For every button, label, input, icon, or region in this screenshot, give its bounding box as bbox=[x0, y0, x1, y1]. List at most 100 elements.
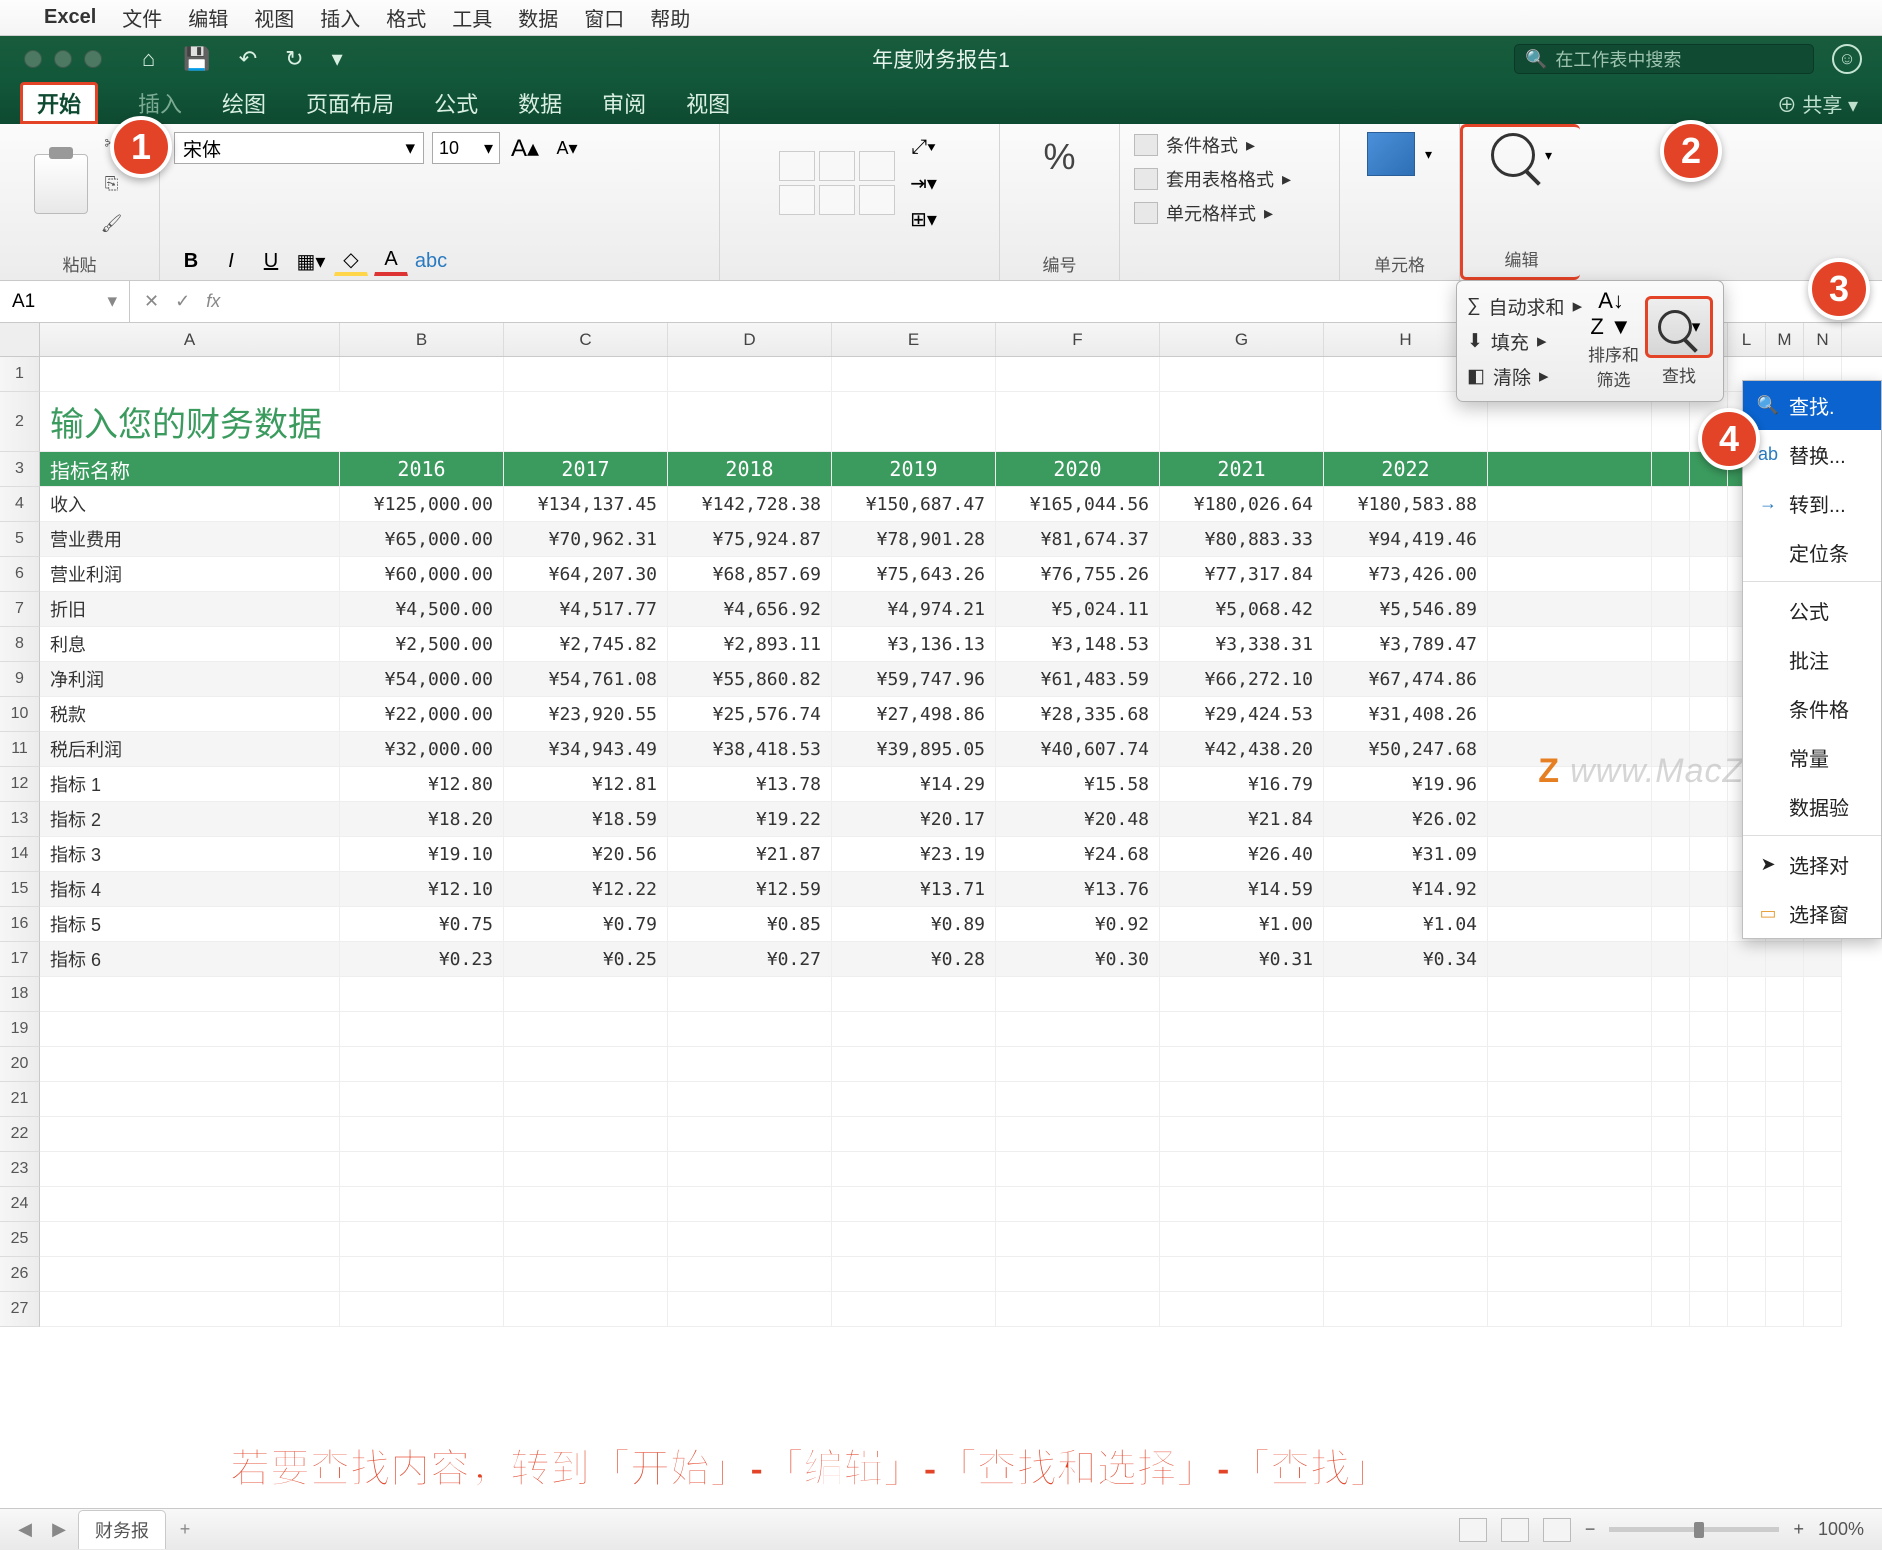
cell[interactable] bbox=[1652, 557, 1690, 592]
cell[interactable] bbox=[1652, 1117, 1690, 1152]
tab-draw[interactable]: 绘图 bbox=[222, 87, 266, 119]
cancel-formula-icon[interactable]: ✕ bbox=[144, 291, 159, 312]
cell[interactable] bbox=[996, 977, 1160, 1012]
row-header[interactable]: 11 bbox=[0, 732, 40, 767]
cell[interactable]: ¥12.59 bbox=[668, 872, 832, 907]
cell[interactable] bbox=[1690, 907, 1728, 942]
cell[interactable]: 2018 bbox=[668, 452, 832, 487]
cell[interactable]: ¥18.20 bbox=[340, 802, 504, 837]
row-header[interactable]: 8 bbox=[0, 627, 40, 662]
cell[interactable]: 净利润 bbox=[40, 662, 340, 697]
cell[interactable] bbox=[1804, 1292, 1842, 1327]
cell[interactable] bbox=[1728, 1292, 1766, 1327]
menu-file[interactable]: 文件 bbox=[122, 3, 162, 32]
cell[interactable]: ¥125,000.00 bbox=[340, 487, 504, 522]
cell[interactable]: ¥4,656.92 bbox=[668, 592, 832, 627]
sheet-search-input[interactable]: 🔍 在工作表中搜索 bbox=[1514, 44, 1814, 74]
cell[interactable]: 指标 6 bbox=[40, 942, 340, 977]
menu-item-comments[interactable]: 批注 bbox=[1743, 635, 1881, 684]
cell[interactable] bbox=[996, 1082, 1160, 1117]
cell[interactable] bbox=[1728, 1152, 1766, 1187]
cell[interactable] bbox=[668, 1257, 832, 1292]
cell[interactable] bbox=[1160, 1012, 1324, 1047]
cell[interactable]: ¥3,789.47 bbox=[1324, 627, 1488, 662]
cell[interactable] bbox=[1488, 592, 1652, 627]
zoom-in-button[interactable]: + bbox=[1793, 1519, 1804, 1540]
cell[interactable]: ¥20.48 bbox=[996, 802, 1160, 837]
cell[interactable] bbox=[668, 1292, 832, 1327]
cell[interactable] bbox=[1728, 977, 1766, 1012]
italic-button[interactable]: I bbox=[214, 246, 248, 276]
increase-font-icon[interactable]: A▴ bbox=[508, 133, 542, 163]
cell[interactable] bbox=[1488, 977, 1652, 1012]
cell[interactable]: ¥14.92 bbox=[1324, 872, 1488, 907]
cell[interactable]: ¥23,920.55 bbox=[504, 697, 668, 732]
col-header-G[interactable]: G bbox=[1160, 323, 1324, 356]
cell[interactable] bbox=[668, 1082, 832, 1117]
page-break-view-icon[interactable] bbox=[1543, 1518, 1571, 1542]
cell[interactable] bbox=[1488, 697, 1652, 732]
cell[interactable] bbox=[1766, 977, 1804, 1012]
accept-formula-icon[interactable]: ✓ bbox=[175, 291, 190, 312]
cell[interactable] bbox=[1160, 1222, 1324, 1257]
row-header[interactable]: 21 bbox=[0, 1082, 40, 1117]
menu-item-cond-fmt[interactable]: 条件格 bbox=[1743, 684, 1881, 733]
cell[interactable] bbox=[996, 1152, 1160, 1187]
cell[interactable] bbox=[1690, 592, 1728, 627]
cell[interactable]: ¥13.71 bbox=[832, 872, 996, 907]
cell[interactable]: ¥1.04 bbox=[1324, 907, 1488, 942]
col-header-D[interactable]: D bbox=[668, 323, 832, 356]
cell[interactable]: ¥0.75 bbox=[340, 907, 504, 942]
cell[interactable] bbox=[1804, 1117, 1842, 1152]
cell[interactable] bbox=[1324, 1047, 1488, 1082]
cell[interactable] bbox=[668, 1187, 832, 1222]
cell[interactable]: ¥20.17 bbox=[832, 802, 996, 837]
cell[interactable]: ¥180,026.64 bbox=[1160, 487, 1324, 522]
col-header-E[interactable]: E bbox=[832, 323, 996, 356]
cell[interactable]: ¥2,500.00 bbox=[340, 627, 504, 662]
cell[interactable]: ¥13.78 bbox=[668, 767, 832, 802]
cell[interactable]: ¥23.19 bbox=[832, 837, 996, 872]
cell[interactable] bbox=[996, 1222, 1160, 1257]
cell[interactable]: ¥70,962.31 bbox=[504, 522, 668, 557]
cell[interactable] bbox=[340, 1012, 504, 1047]
cell[interactable] bbox=[40, 1047, 340, 1082]
menu-item-constants[interactable]: 常量 bbox=[1743, 733, 1881, 782]
cell[interactable] bbox=[1488, 837, 1652, 872]
normal-view-icon[interactable] bbox=[1459, 1518, 1487, 1542]
cell[interactable] bbox=[1766, 1047, 1804, 1082]
alignment-buttons[interactable] bbox=[779, 151, 895, 215]
cell[interactable] bbox=[340, 1047, 504, 1082]
format-painter-icon[interactable]: 🖌 bbox=[98, 212, 126, 236]
menu-item-selection-pane[interactable]: ▭选择窗 bbox=[1743, 889, 1881, 938]
cell[interactable] bbox=[668, 392, 832, 452]
cell[interactable] bbox=[1690, 522, 1728, 557]
cell[interactable]: ¥25,576.74 bbox=[668, 697, 832, 732]
cell[interactable]: ¥22,000.00 bbox=[340, 697, 504, 732]
cell[interactable]: ¥19.96 bbox=[1324, 767, 1488, 802]
cell[interactable]: ¥18.59 bbox=[504, 802, 668, 837]
row-header[interactable]: 9 bbox=[0, 662, 40, 697]
cell[interactable] bbox=[1690, 802, 1728, 837]
cell[interactable]: 2016 bbox=[340, 452, 504, 487]
cell[interactable] bbox=[340, 977, 504, 1012]
cell[interactable]: ¥2,893.11 bbox=[668, 627, 832, 662]
cell[interactable] bbox=[1324, 1257, 1488, 1292]
cell[interactable] bbox=[1690, 1117, 1728, 1152]
menu-help[interactable]: 帮助 bbox=[650, 3, 690, 32]
cell[interactable]: ¥24.68 bbox=[996, 837, 1160, 872]
row-header[interactable]: 25 bbox=[0, 1222, 40, 1257]
cell[interactable]: ¥32,000.00 bbox=[340, 732, 504, 767]
cell[interactable] bbox=[1488, 1047, 1652, 1082]
find-select-icon[interactable] bbox=[1491, 133, 1535, 177]
cell[interactable] bbox=[1728, 1082, 1766, 1117]
cell[interactable] bbox=[340, 1082, 504, 1117]
cell[interactable]: ¥2,745.82 bbox=[504, 627, 668, 662]
cell[interactable] bbox=[1690, 1082, 1728, 1117]
cell[interactable] bbox=[668, 1012, 832, 1047]
cell[interactable]: ¥20.56 bbox=[504, 837, 668, 872]
cell[interactable] bbox=[40, 977, 340, 1012]
cell[interactable] bbox=[340, 1222, 504, 1257]
cell[interactable] bbox=[832, 1082, 996, 1117]
cell[interactable]: 2022 bbox=[1324, 452, 1488, 487]
